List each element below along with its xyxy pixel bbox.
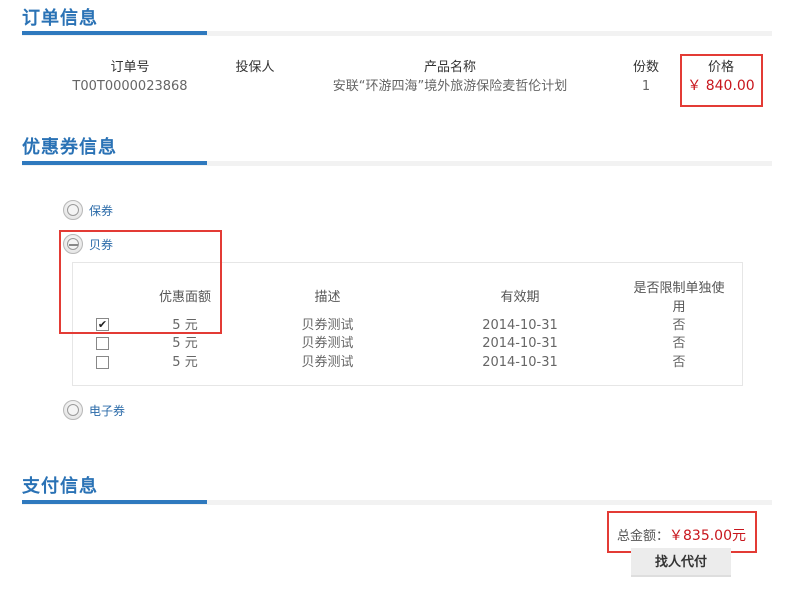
coupon-row-amount: 5 元: [172, 355, 198, 370]
pay-on-behalf-button[interactable]: 找人代付: [631, 548, 731, 577]
coupon-type-baoquan[interactable]: 保券: [63, 200, 113, 220]
coupon-row-expiry: 2014-10-31: [482, 318, 558, 333]
quantity-column: 份数 1: [620, 58, 672, 96]
coupon-type-ecoupon[interactable]: 电子券: [63, 400, 125, 420]
exclusive-header: 是否限制单独使用: [633, 281, 725, 315]
coupon-row-exclusive: 否: [672, 318, 686, 333]
desc-header: 描述: [314, 290, 341, 305]
product-value: 安联“环游四海”境外旅游保险麦哲伦计划: [332, 79, 568, 94]
quantity-value: 1: [641, 79, 651, 94]
order-number-column: 订单号 T00T0000023868: [60, 58, 200, 96]
coupon-section-title: 优惠券信息: [22, 137, 117, 158]
coupon-row-exclusive: 否: [672, 355, 686, 370]
coupon-type-label[interactable]: 电子券: [89, 402, 125, 419]
total-highlight-box: [607, 511, 757, 553]
coupon-row-amount: 5 元: [172, 336, 198, 351]
product-header: 产品名称: [423, 60, 476, 75]
order-number-value: T00T0000023868: [72, 79, 188, 94]
coupon-title-bar: [22, 161, 772, 166]
payment-title-bar: [22, 500, 772, 505]
payment-section-title: 支付信息: [22, 476, 98, 497]
coupon-row-checkbox[interactable]: [96, 356, 109, 369]
price-highlight-box: [680, 54, 763, 107]
coupon-row-expiry: 2014-10-31: [482, 336, 558, 351]
coupon-expand-icon[interactable]: [63, 200, 83, 220]
insured-column: 投保人: [225, 58, 285, 77]
coupon-row-desc: 贝券测试: [301, 336, 354, 351]
order-title-bar: [22, 31, 772, 36]
coupon-expand-icon[interactable]: [63, 400, 83, 420]
coupon-type-label[interactable]: 保券: [89, 202, 113, 219]
coupon-row-expiry: 2014-10-31: [482, 355, 558, 370]
coupon-row-checkbox[interactable]: [96, 337, 109, 350]
quantity-header: 份数: [632, 60, 659, 75]
order-section-title: 订单信息: [22, 8, 98, 29]
order-number-header: 订单号: [110, 60, 150, 75]
expiry-header: 有效期: [500, 290, 540, 305]
coupon-row-desc: 贝券测试: [301, 355, 354, 370]
coupon-highlight-box: [59, 230, 222, 334]
product-column: 产品名称 安联“环游四海”境外旅游保险麦哲伦计划: [300, 58, 600, 96]
coupon-row-exclusive: 否: [672, 336, 686, 351]
insured-header: 投保人: [235, 60, 275, 75]
coupon-row-desc: 贝券测试: [301, 318, 354, 333]
